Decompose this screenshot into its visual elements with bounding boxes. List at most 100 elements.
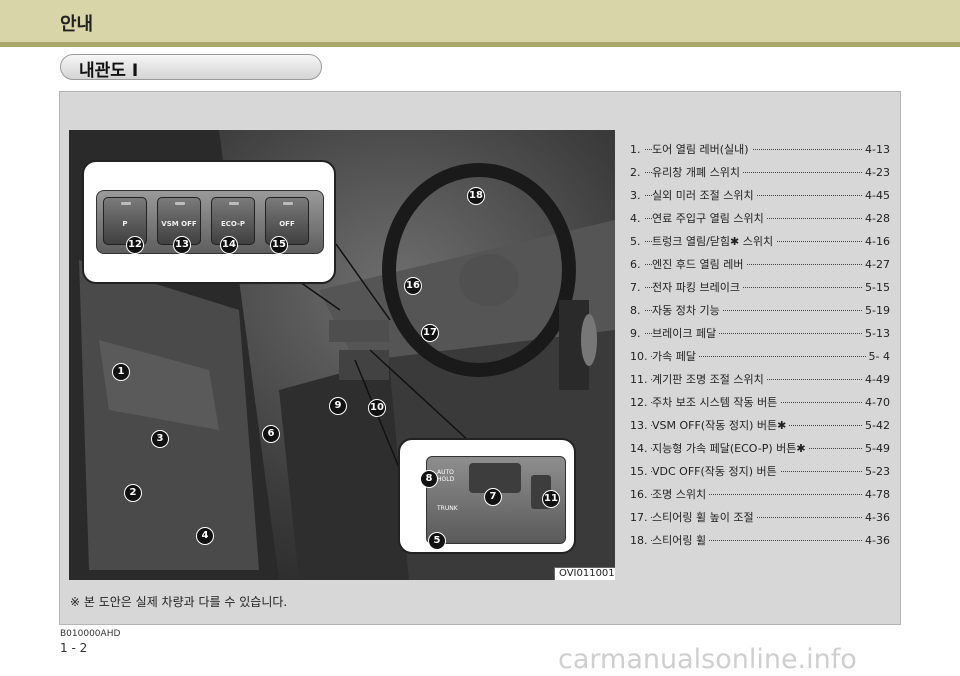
switch-label: VSM OFF	[161, 220, 197, 228]
item-number: 17.	[630, 508, 651, 528]
callout-16: 16	[404, 277, 422, 295]
callout-17: 17	[421, 324, 439, 342]
item-label: VSM OFF(작동 정지) 버튼✱	[652, 416, 790, 436]
item-number: 9.	[630, 324, 644, 344]
item-page: 4-13	[863, 140, 890, 160]
item-page: 5-42	[863, 416, 890, 436]
list-item: 7. 전자 파킹 브레이크 5-15	[630, 278, 896, 298]
callout-9: 9	[329, 397, 347, 415]
page-number: 1 - 2	[60, 641, 88, 655]
item-page: 5-49	[863, 439, 890, 459]
item-label: 엔진 후드 열림 레버	[652, 255, 747, 275]
item-page: 4-28	[863, 209, 890, 229]
item-page: 5-19	[863, 301, 890, 321]
item-number: 6.	[630, 255, 644, 275]
callout-2: 2	[124, 484, 142, 502]
item-label: 트렁크 열림/닫힘✱ 스위치	[652, 232, 777, 252]
switch-label: P	[122, 220, 128, 228]
list-item: 2. 유리창 개폐 스위치 4-23	[630, 163, 896, 183]
item-label: 실외 미러 조절 스위치	[652, 186, 757, 206]
photo-code: OVI011001	[554, 567, 615, 580]
item-page: 4-45	[863, 186, 890, 206]
list-item: 6. 엔진 후드 열림 레버 4-27	[630, 255, 896, 275]
item-label: 가속 페달	[652, 347, 699, 367]
list-item: 8. 자동 정차 기능 5-19	[630, 301, 896, 321]
list-item: 9. 브레이크 페달 5-13	[630, 324, 896, 344]
console-inset: AUTO HOLD TRUNK 8 7 11 5	[398, 438, 576, 554]
item-number: 3.	[630, 186, 644, 206]
item-label: 조명 스위치	[652, 485, 710, 505]
item-page: 4-78	[863, 485, 890, 505]
list-item: 11. 계기판 조명 조절 스위치 4-49	[630, 370, 896, 390]
callout-10: 10	[368, 399, 386, 417]
item-label: 브레이크 페달	[652, 324, 720, 344]
switch-indicator	[229, 202, 239, 205]
item-number: 7.	[630, 278, 644, 298]
list-item: 17. 스티어링 휠 높이 조절 4-36	[630, 508, 896, 528]
list-item: 15. VDC OFF(작동 정지) 버튼 5-23	[630, 462, 896, 482]
list-item: 12. 주차 보조 시스템 작동 버튼 4-70	[630, 393, 896, 413]
item-label: 지능형 가속 페달(ECO-P) 버튼✱	[652, 439, 809, 459]
top-bar	[0, 0, 960, 42]
callout-15: 15	[270, 236, 288, 254]
watermark: carmanualsonline.info	[558, 644, 857, 675]
switch-inset: P VSM OFF ECO-P OFF 12 13 14 15	[82, 160, 336, 284]
callout-14: 14	[220, 236, 238, 254]
list-item: 4. 연료 주입구 열림 스위치 4-28	[630, 209, 896, 229]
item-page: 4-16	[863, 232, 890, 252]
item-label: 스티어링 휠 높이 조절	[652, 508, 757, 528]
trunk-label: TRUNK	[437, 505, 458, 512]
item-label: VDC OFF(작동 정지) 버튼	[652, 462, 780, 482]
callout-11: 11	[542, 490, 560, 508]
switch-label: OFF	[279, 220, 295, 228]
item-label: 연료 주입구 열림 스위치	[652, 209, 767, 229]
item-label: 유리창 개폐 스위치	[652, 163, 743, 183]
callout-7: 7	[484, 488, 502, 506]
callout-4: 4	[196, 527, 214, 545]
item-number: 18.	[630, 531, 651, 551]
list-item: 3. 실외 미러 조절 스위치 4-45	[630, 186, 896, 206]
item-label: 전자 파킹 브레이크	[652, 278, 743, 298]
switch-indicator	[175, 202, 185, 205]
item-page: 4-70	[863, 393, 890, 413]
item-number: 4.	[630, 209, 644, 229]
auto-hold-label: AUTO HOLD	[437, 469, 455, 483]
list-item: 18. 스티어링 휠 4-36	[630, 531, 896, 551]
switch-label: ECO-P	[220, 220, 246, 228]
callout-1: 1	[112, 363, 130, 381]
item-label: 스티어링 휠	[652, 531, 710, 551]
item-label: 도어 열림 레버(실내)	[652, 140, 752, 160]
top-bar-rule	[0, 42, 960, 47]
list-item: 5. 트렁크 열림/닫힘✱ 스위치 4-16	[630, 232, 896, 252]
section-title-pill: 내관도 I	[60, 54, 322, 81]
item-page: 4-23	[863, 163, 890, 183]
item-page: 4-36	[863, 508, 890, 528]
item-page: 5-23	[863, 462, 890, 482]
disclaimer-note: ※ 본 도안은 실제 차량과 다를 수 있습니다.	[70, 595, 288, 609]
item-number: 16.	[630, 485, 651, 505]
callout-8: 8	[420, 470, 438, 488]
callout-13: 13	[173, 236, 191, 254]
item-number: 15.	[630, 462, 651, 482]
callout-18: 18	[467, 187, 485, 205]
item-number: 14.	[630, 439, 651, 459]
item-number: 12.	[630, 393, 651, 413]
item-number: 2.	[630, 163, 644, 183]
section-title: 내관도 I	[79, 61, 139, 81]
item-label: 주차 보조 시스템 작동 버튼	[652, 393, 781, 413]
switch-indicator	[283, 202, 293, 205]
chapter-title: 안내	[60, 14, 94, 35]
item-page: 4-49	[863, 370, 890, 390]
callout-5: 5	[428, 532, 446, 550]
item-page: 5- 4	[866, 347, 890, 367]
item-number: 11.	[630, 370, 651, 390]
item-page: 4-27	[863, 255, 890, 275]
item-number: 1.	[630, 140, 644, 160]
callout-12: 12	[126, 236, 144, 254]
item-number: 5.	[630, 232, 644, 252]
list-item: 14. 지능형 가속 페달(ECO-P) 버튼✱ 5-49	[630, 439, 896, 459]
list-item: 16. 조명 스위치 4-78	[630, 485, 896, 505]
callout-3: 3	[151, 430, 169, 448]
list-item: 13. VSM OFF(작동 정지) 버튼✱ 5-42	[630, 416, 896, 436]
list-item: 10. 가속 페달 5- 4	[630, 347, 896, 367]
